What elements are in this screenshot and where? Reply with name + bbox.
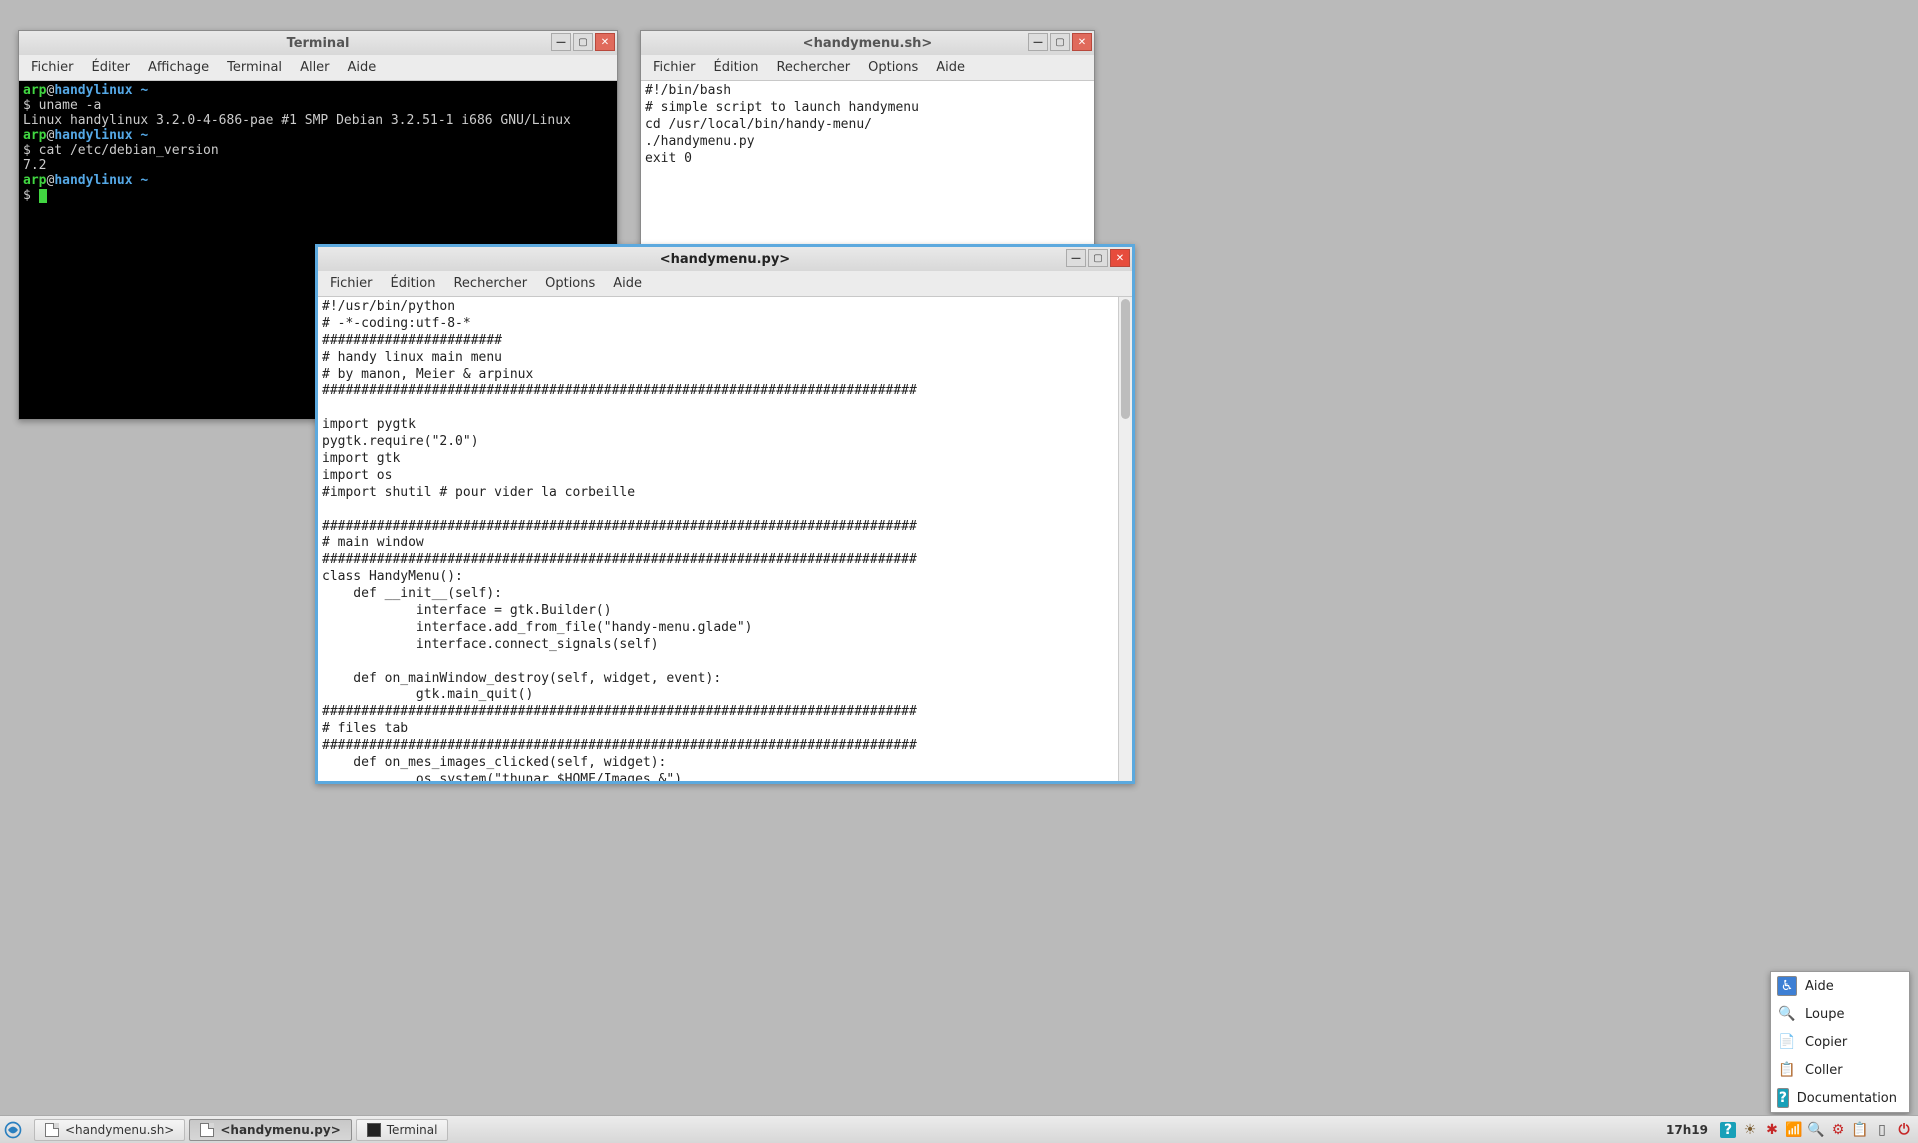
- menu-item-label: Aide: [1805, 979, 1834, 994]
- menu-affichage[interactable]: Affichage: [140, 58, 217, 77]
- terminal-icon: [367, 1123, 381, 1137]
- taskbar-item-label: Terminal: [387, 1123, 438, 1137]
- scrollbar-vertical[interactable]: [1118, 297, 1132, 781]
- menu-edition[interactable]: Édition: [706, 58, 767, 77]
- power-icon[interactable]: ⏻: [1896, 1122, 1912, 1138]
- magnifier-icon: 🔍: [1777, 1004, 1797, 1024]
- menu-item-loupe[interactable]: 🔍 Loupe: [1771, 1000, 1909, 1028]
- menu-aide[interactable]: Aide: [928, 58, 973, 77]
- menu-aller[interactable]: Aller: [292, 58, 337, 77]
- maximize-button[interactable]: ▢: [1050, 33, 1070, 51]
- cmd-cat: cat /etc/debian_version: [39, 143, 219, 158]
- prompt-user: arp: [23, 128, 46, 143]
- menu-item-aide[interactable]: ♿ Aide: [1771, 972, 1909, 1000]
- menu-aide[interactable]: Aide: [605, 274, 650, 293]
- scrollbar-thumb[interactable]: [1121, 299, 1130, 419]
- clock[interactable]: 17h19: [1666, 1123, 1708, 1137]
- document-icon: [45, 1123, 59, 1137]
- menu-options[interactable]: Options: [860, 58, 926, 77]
- editor-sh-title: <handymenu.sh>: [803, 36, 933, 51]
- network-icon[interactable]: 📶: [1786, 1122, 1802, 1138]
- menu-terminal[interactable]: Terminal: [219, 58, 290, 77]
- menu-rechercher[interactable]: Rechercher: [445, 274, 535, 293]
- cursor-icon: [39, 189, 47, 203]
- prompt-tilde: ~: [140, 128, 148, 143]
- help-icon: ?: [1777, 1088, 1789, 1108]
- editor-sh-menubar: Fichier Édition Rechercher Options Aide: [641, 55, 1094, 81]
- sh-code: #!/bin/bash # simple script to launch ha…: [641, 81, 1094, 169]
- taskbar: <handymenu.sh> <handymenu.py> Terminal 1…: [0, 1115, 1918, 1143]
- search-icon[interactable]: 🔍: [1808, 1122, 1824, 1138]
- help-tray-icon[interactable]: ?: [1720, 1122, 1736, 1138]
- close-button[interactable]: ✕: [1110, 249, 1130, 267]
- maximize-button[interactable]: ▢: [1088, 249, 1108, 267]
- menu-fichier[interactable]: Fichier: [23, 58, 82, 77]
- menu-editer[interactable]: Éditer: [84, 58, 139, 77]
- menu-fichier[interactable]: Fichier: [645, 58, 704, 77]
- editor-py-content[interactable]: #!/usr/bin/python # -*-coding:utf-8-* ##…: [318, 297, 1132, 781]
- accessibility-icon: ♿: [1777, 976, 1797, 996]
- terminal-titlebar[interactable]: Terminal — ▢ ✕: [19, 31, 617, 55]
- out-debver: 7.2: [23, 158, 46, 173]
- editor-py-titlebar[interactable]: <handymenu.py> — ▢ ✕: [318, 247, 1132, 271]
- xfce-logo-icon: [3, 1120, 23, 1140]
- paste-icon: 📋: [1777, 1060, 1797, 1080]
- taskbar-item-terminal[interactable]: Terminal: [356, 1119, 449, 1141]
- start-menu-button[interactable]: [0, 1117, 26, 1143]
- system-tray: 17h19 ? ☀ ✱ 📶 🔍 ⚙ 📋 ▯ ⏻: [1666, 1122, 1918, 1138]
- menu-aide[interactable]: Aide: [340, 58, 385, 77]
- terminal-menubar: Fichier Éditer Affichage Terminal Aller …: [19, 55, 617, 81]
- taskbar-item-label: <handymenu.sh>: [65, 1123, 174, 1137]
- minimize-button[interactable]: —: [1066, 249, 1086, 267]
- editor-py-title: <handymenu.py>: [660, 252, 790, 267]
- prompt-tilde: ~: [140, 83, 148, 98]
- maximize-button[interactable]: ▢: [573, 33, 593, 51]
- minimize-button[interactable]: —: [551, 33, 571, 51]
- menu-edition[interactable]: Édition: [383, 274, 444, 293]
- editor-py-menubar: Fichier Édition Rechercher Options Aide: [318, 271, 1132, 297]
- prompt-user: arp: [23, 83, 46, 98]
- terminal-title: Terminal: [287, 36, 350, 51]
- prompt-dollar: $: [23, 188, 39, 203]
- document-icon: [200, 1123, 214, 1137]
- py-code: #!/usr/bin/python # -*-coding:utf-8-* ##…: [318, 297, 1132, 781]
- gear-icon[interactable]: ⚙: [1830, 1122, 1846, 1138]
- clipboard-tray-icon[interactable]: 📋: [1852, 1122, 1868, 1138]
- prompt-host: handylinux: [54, 173, 132, 188]
- taskbar-item-label: <handymenu.py>: [220, 1123, 340, 1137]
- menu-rechercher[interactable]: Rechercher: [768, 58, 858, 77]
- prompt-dollar: $: [23, 98, 39, 113]
- gear-red-icon[interactable]: ✱: [1764, 1122, 1780, 1138]
- editor-sh-titlebar[interactable]: <handymenu.sh> — ▢ ✕: [641, 31, 1094, 55]
- prompt-user: arp: [23, 173, 46, 188]
- close-button[interactable]: ✕: [595, 33, 615, 51]
- prompt-dollar: $: [23, 143, 39, 158]
- menu-item-label: Documentation: [1797, 1091, 1897, 1106]
- copy-icon: 📄: [1777, 1032, 1797, 1052]
- minimize-button[interactable]: —: [1028, 33, 1048, 51]
- menu-item-label: Copier: [1805, 1035, 1847, 1050]
- prompt-host: handylinux: [54, 83, 132, 98]
- menu-fichier[interactable]: Fichier: [322, 274, 381, 293]
- prompt-host: handylinux: [54, 128, 132, 143]
- menu-item-label: Coller: [1805, 1063, 1843, 1078]
- menu-item-coller[interactable]: 📋 Coller: [1771, 1056, 1909, 1084]
- editor-py-window[interactable]: <handymenu.py> — ▢ ✕ Fichier Édition Rec…: [315, 244, 1135, 784]
- menu-item-copier[interactable]: 📄 Copier: [1771, 1028, 1909, 1056]
- taskbar-item-handymenu-sh[interactable]: <handymenu.sh>: [34, 1119, 185, 1141]
- close-button[interactable]: ✕: [1072, 33, 1092, 51]
- menu-item-documentation[interactable]: ? Documentation: [1771, 1084, 1909, 1112]
- menu-item-label: Loupe: [1805, 1007, 1844, 1022]
- menu-options[interactable]: Options: [537, 274, 603, 293]
- brightness-icon[interactable]: ☀: [1742, 1122, 1758, 1138]
- taskbar-item-handymenu-py[interactable]: <handymenu.py>: [189, 1119, 351, 1141]
- cmd-uname: uname -a: [39, 98, 102, 113]
- battery-icon[interactable]: ▯: [1874, 1122, 1890, 1138]
- out-uname: Linux handylinux 3.2.0-4-686-pae #1 SMP …: [23, 113, 571, 128]
- prompt-tilde: ~: [140, 173, 148, 188]
- context-menu[interactable]: ♿ Aide 🔍 Loupe 📄 Copier 📋 Coller ? Docum…: [1770, 971, 1910, 1113]
